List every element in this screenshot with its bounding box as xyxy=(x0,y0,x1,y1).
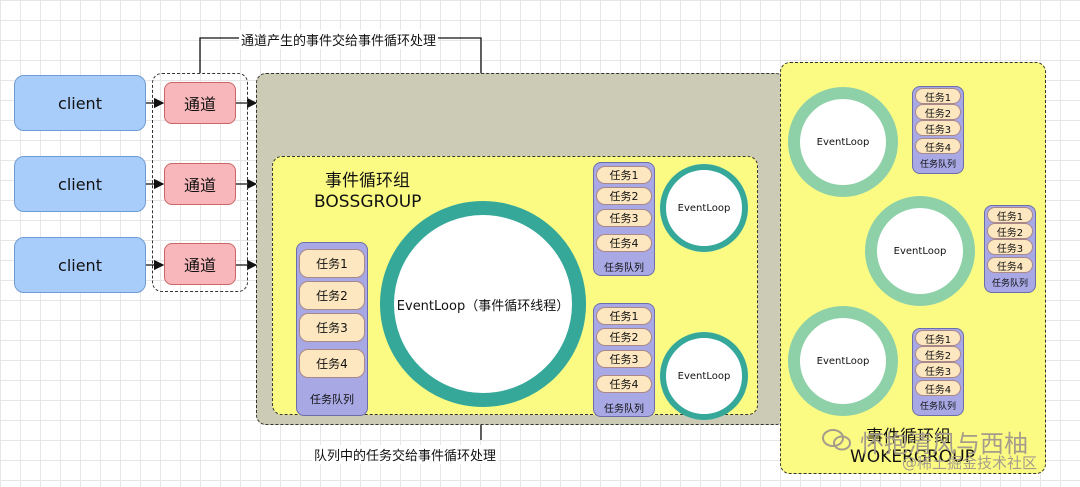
task-item: 任务1 xyxy=(915,330,961,346)
channel-box: 通道 xyxy=(164,243,236,285)
main-event-loop: EventLoop（事件循环线程） xyxy=(380,201,586,407)
event-loop: EventLoop xyxy=(865,196,975,306)
watermark-site: @稀土掘金技术社区 xyxy=(902,454,1038,472)
task-item: 任务4 xyxy=(596,234,652,252)
event-loop-label: EventLoop xyxy=(816,355,870,367)
event-loop: EventLoop xyxy=(788,87,898,197)
task-item: 任务4 xyxy=(299,349,365,378)
boss-group-subtitle: BOSSGROUP xyxy=(314,192,422,212)
task-queue: 任务1 任务2 任务3 任务4 任务队列 xyxy=(593,162,655,276)
task-item: 任务1 xyxy=(596,166,652,184)
boss-group-title: 事件循环组 xyxy=(325,171,410,191)
task-queue-label: 任务队列 xyxy=(919,160,956,170)
task-queue-label: 任务队列 xyxy=(919,402,956,412)
task-item: 任务1 xyxy=(915,88,961,104)
task-queue: 任务1 任务2 任务3 任务4 任务队列 xyxy=(984,205,1036,293)
task-queue: 任务1 任务2 任务3 任务4 任务队列 xyxy=(912,328,964,416)
task-item: 任务1 xyxy=(987,207,1033,223)
task-item: 任务1 xyxy=(596,307,652,325)
task-item: 任务3 xyxy=(915,362,961,378)
event-loop: EventLoop xyxy=(788,306,898,416)
main-event-loop-label: EventLoop（事件循环线程） xyxy=(396,298,570,314)
task-queue-label: 任务队列 xyxy=(991,279,1028,289)
task-item: 任务4 xyxy=(915,138,961,154)
task-item: 任务2 xyxy=(915,346,961,362)
task-item: 任务3 xyxy=(915,120,961,136)
event-loop: EventLoop xyxy=(660,164,748,252)
wechat-icon xyxy=(822,429,851,451)
client-box: client xyxy=(14,237,146,293)
bottom-caption: 队列中的任务交给事件循环处理 xyxy=(312,445,499,464)
event-loop-label: EventLoop xyxy=(677,370,731,382)
task-item: 任务1 xyxy=(299,249,365,278)
watermark: 怀抱清风与西柚 @稀土掘金技术社区 xyxy=(822,424,1072,478)
task-item: 任务3 xyxy=(596,350,652,368)
task-item: 任务3 xyxy=(596,209,652,227)
task-item: 任务4 xyxy=(596,375,652,393)
task-queue-label: 任务队列 xyxy=(604,404,644,415)
task-queue-label: 任务队列 xyxy=(310,393,354,406)
task-item: 任务2 xyxy=(299,281,365,310)
task-item: 任务3 xyxy=(987,239,1033,255)
event-loop: EventLoop xyxy=(660,332,748,420)
client-box: client xyxy=(14,75,146,131)
task-queue-label: 任务队列 xyxy=(604,263,644,274)
task-item: 任务2 xyxy=(596,328,652,346)
task-item: 任务4 xyxy=(987,257,1033,273)
task-item: 任务2 xyxy=(915,104,961,120)
top-caption: 通道产生的事件交给事件循环处理 xyxy=(239,30,439,49)
task-item: 任务4 xyxy=(915,380,961,396)
event-loop-label: EventLoop xyxy=(893,245,947,257)
task-queue: 任务1 任务2 任务3 任务4 任务队列 xyxy=(593,303,655,417)
task-item: 任务2 xyxy=(596,187,652,205)
task-item: 任务2 xyxy=(987,223,1033,239)
event-loop-label: EventLoop xyxy=(816,136,870,148)
task-item: 任务3 xyxy=(299,313,365,342)
client-box: client xyxy=(14,156,146,212)
task-queue: 任务1 任务2 任务3 任务4 任务队列 xyxy=(296,242,368,416)
task-queue: 任务1 任务2 任务3 任务4 任务队列 xyxy=(912,86,964,174)
channel-box: 通道 xyxy=(164,82,236,124)
event-loop-label: EventLoop xyxy=(677,202,731,214)
channel-box: 通道 xyxy=(164,163,236,205)
